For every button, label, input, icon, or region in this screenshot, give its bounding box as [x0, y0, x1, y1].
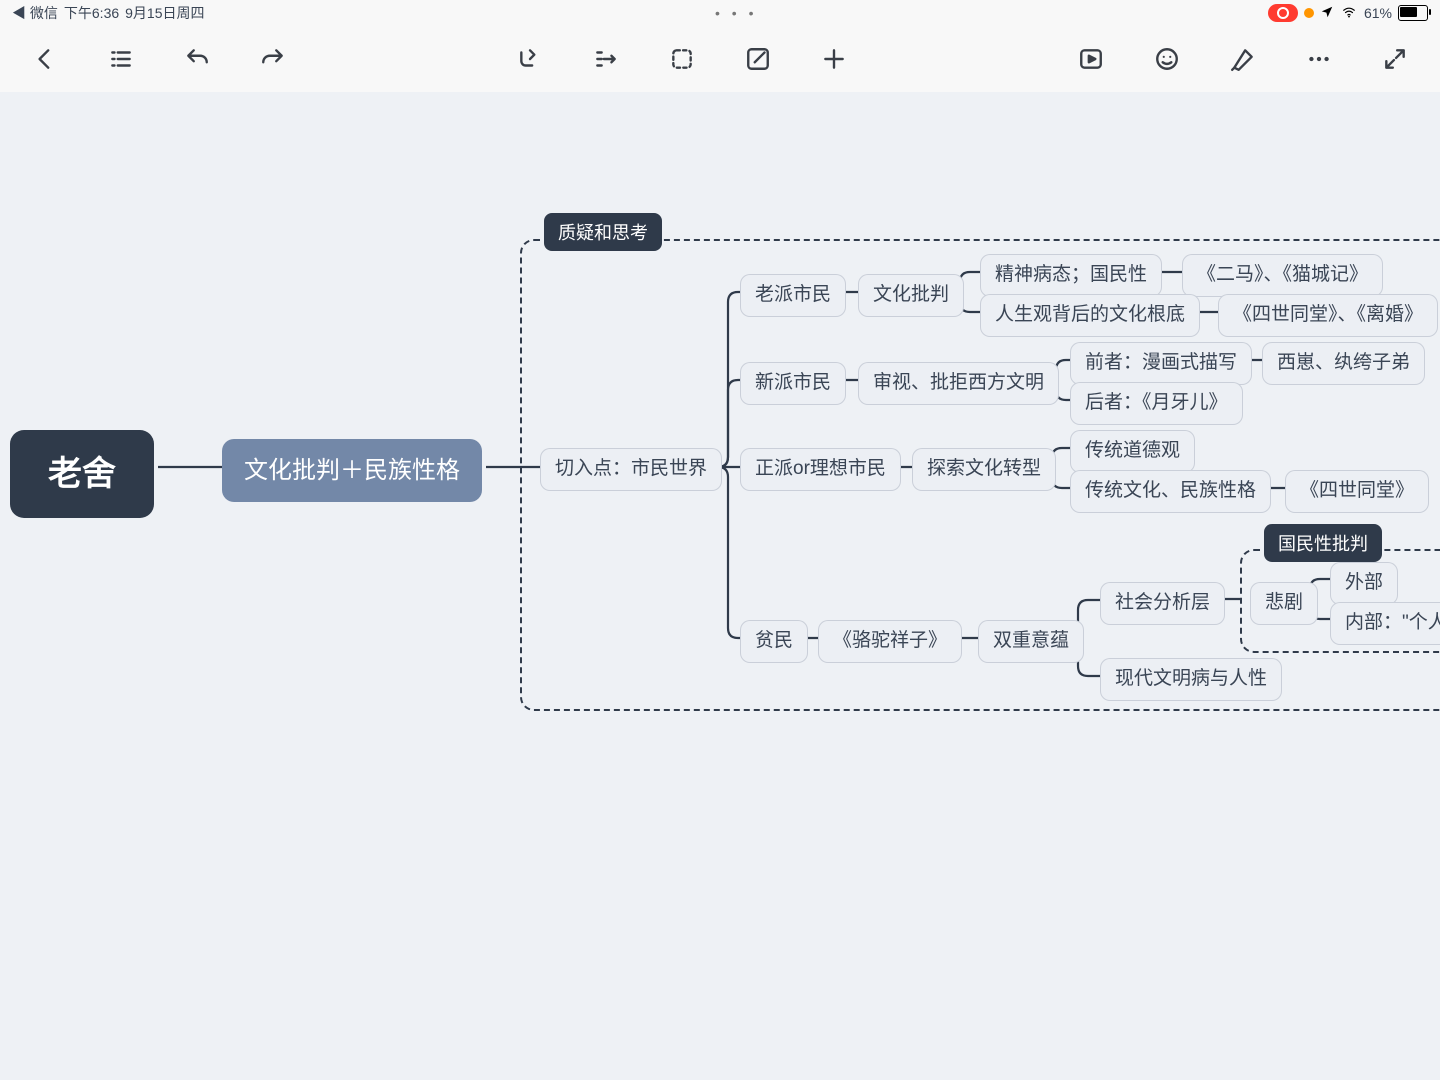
node-ideal-citizen[interactable]: 正派or理想市民	[740, 448, 901, 491]
node-tradition-works[interactable]: 《四世同堂》	[1285, 470, 1429, 513]
status-time: 下午6:36	[64, 3, 119, 23]
node-external[interactable]: 外部	[1330, 562, 1398, 605]
emoji-button[interactable]	[1152, 44, 1182, 74]
screen-recording-indicator[interactable]	[1268, 4, 1298, 22]
battery-pct: 61%	[1364, 5, 1392, 21]
style-button[interactable]	[1228, 44, 1258, 74]
node-crescent[interactable]: 后者：《月牙儿》	[1070, 382, 1243, 425]
node-tradition[interactable]: 传统文化、民族性格	[1070, 470, 1271, 513]
node-worldview-works[interactable]: 《四世同堂》、《离婚》	[1218, 294, 1438, 337]
insert-child-button[interactable]	[515, 44, 545, 74]
node-caricature[interactable]: 前者：漫画式描写	[1070, 342, 1252, 385]
location-icon	[1320, 5, 1334, 22]
node-social[interactable]: 社会分析层	[1100, 582, 1225, 625]
location-recent-icon	[1304, 8, 1314, 18]
redo-button[interactable]	[258, 44, 288, 74]
connector-lines	[0, 92, 1440, 1080]
node-tragedy[interactable]: 悲剧	[1250, 582, 1318, 625]
battery-icon	[1398, 5, 1428, 21]
edit-button[interactable]	[743, 44, 773, 74]
node-culture-critique[interactable]: 文化批判	[858, 274, 964, 317]
node-psyche[interactable]: 精神病态；国民性	[980, 254, 1162, 297]
back-button[interactable]	[30, 44, 60, 74]
add-button[interactable]	[819, 44, 849, 74]
fullscreen-button[interactable]	[1380, 44, 1410, 74]
back-app-indicator[interactable]: ◀ 微信	[12, 3, 58, 23]
wifi-icon	[1340, 5, 1358, 22]
node-old-citizen[interactable]: 老派市民	[740, 274, 846, 317]
multitask-dots[interactable]: • • •	[205, 5, 1268, 21]
node-transform[interactable]: 探索文化转型	[912, 448, 1056, 491]
select-button[interactable]	[667, 44, 697, 74]
outline-button[interactable]	[106, 44, 136, 74]
insert-sibling-button[interactable]	[591, 44, 621, 74]
node-poor[interactable]: 贫民	[740, 620, 808, 663]
status-bar: ◀ 微信 下午6:36 9月15日周四 • • • 61%	[0, 0, 1440, 26]
node-dual[interactable]: 双重意蕴	[978, 620, 1084, 663]
mindmap-canvas[interactable]: 质疑和思考 国民性批判	[0, 92, 1440, 1080]
node-modern-ill[interactable]: 现代文明病与人性	[1100, 658, 1282, 701]
mindmap-subtopic-node[interactable]: 文化批判＋民族性格	[222, 439, 482, 502]
mindmap-root-node[interactable]: 老舍	[10, 430, 154, 518]
node-internal[interactable]: 内部："个人	[1330, 602, 1440, 645]
node-worldview[interactable]: 人生观背后的文化根底	[980, 294, 1200, 337]
node-west[interactable]: 审视、批拒西方文明	[858, 362, 1059, 405]
toolbar	[0, 26, 1440, 93]
node-new-citizen[interactable]: 新派市民	[740, 362, 846, 405]
status-date: 9月15日周四	[125, 3, 204, 23]
node-entrypoint[interactable]: 切入点：市民世界	[540, 448, 722, 491]
node-psyche-works[interactable]: 《二马》、《猫城记》	[1182, 254, 1383, 297]
node-caricature-ex[interactable]: 西崽、纨绔子弟	[1262, 342, 1425, 385]
node-morals[interactable]: 传统道德观	[1070, 430, 1195, 473]
undo-button[interactable]	[182, 44, 212, 74]
more-button[interactable]	[1304, 44, 1334, 74]
node-camel[interactable]: 《骆驼祥子》	[818, 620, 962, 663]
play-button[interactable]	[1076, 44, 1106, 74]
